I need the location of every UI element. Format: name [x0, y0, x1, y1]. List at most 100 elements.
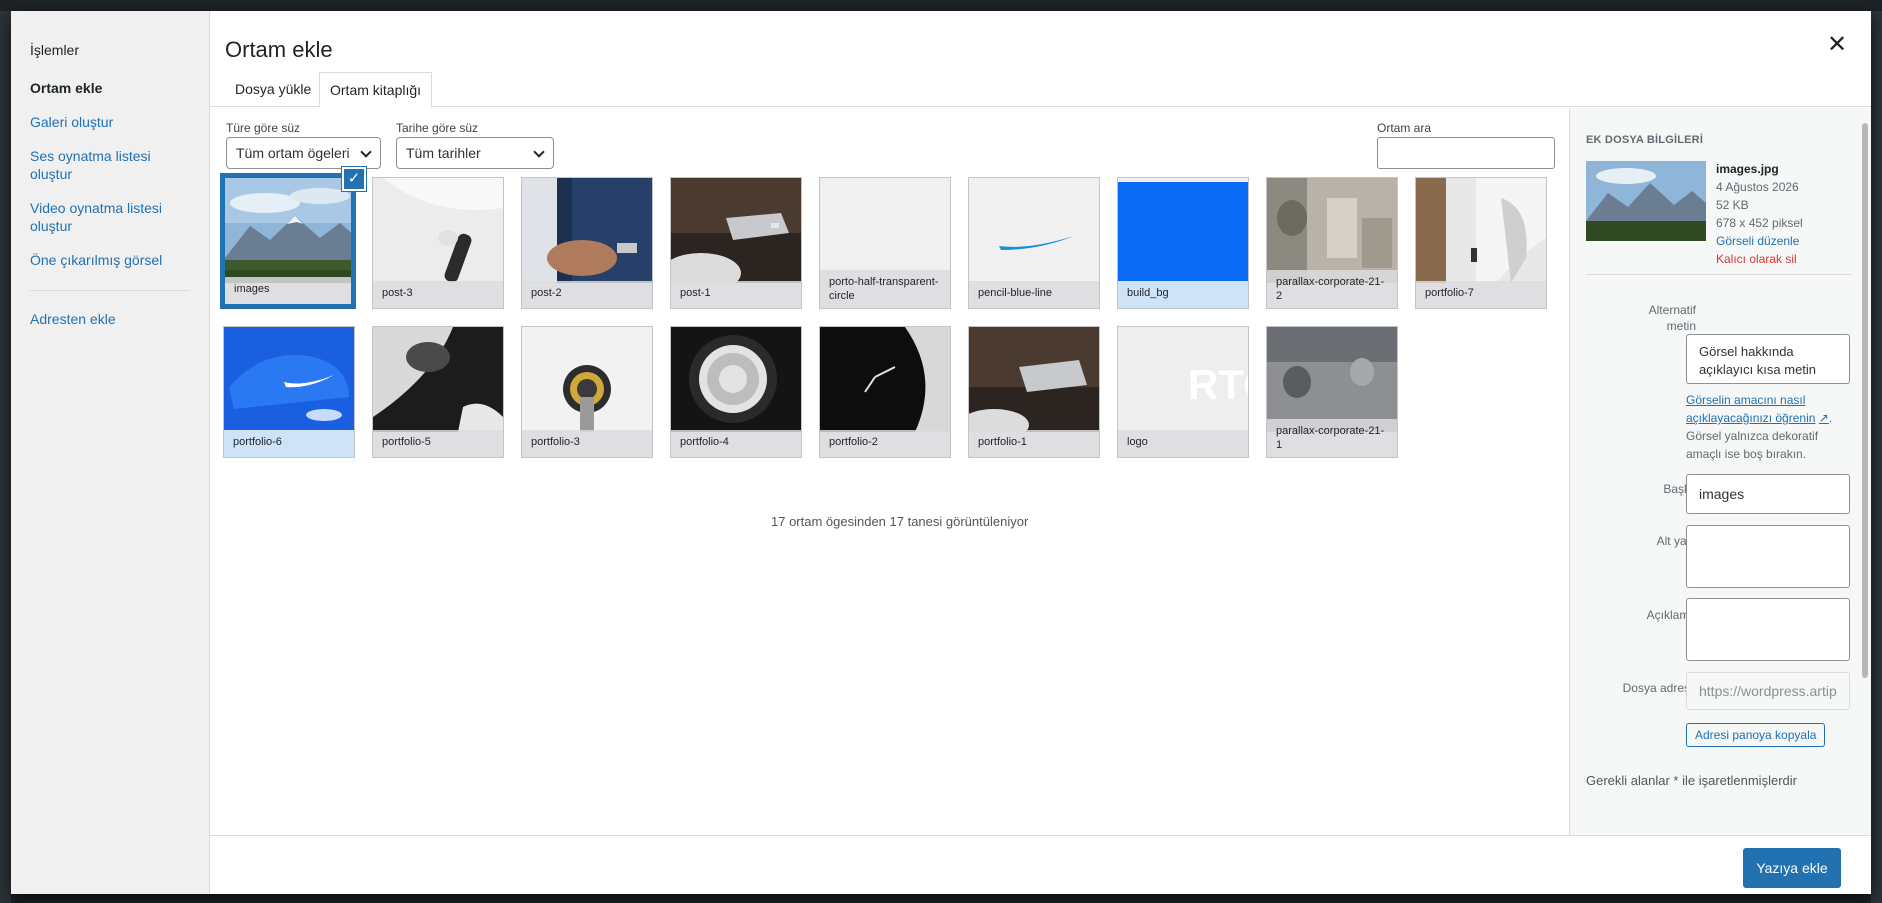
media-item-label: portfolio-7 — [1416, 281, 1546, 308]
media-item-portfolio-4[interactable]: portfolio-4 — [670, 326, 802, 458]
date-filter-select[interactable]: Tüm tarihler — [396, 137, 554, 169]
backdrop-left — [0, 11, 11, 903]
alt-text-help: Görselin amacını nasıl açıklayacağınızı … — [1686, 393, 1833, 461]
description-label: Açıklama — [1646, 608, 1696, 622]
close-icon[interactable]: ✕ — [1825, 33, 1849, 57]
edit-image-link[interactable]: Görseli düzenle — [1716, 232, 1799, 250]
chevron-down-icon — [360, 146, 372, 158]
search-label: Ortam ara — [1377, 121, 1432, 135]
architecture-thumbnail — [1416, 178, 1546, 283]
router-tabs: Dosya yükle Ortam kitaplığı — [210, 72, 1871, 108]
checkmark-icon[interactable]: ✓ — [342, 167, 366, 191]
title-field[interactable]: images — [1686, 474, 1850, 514]
media-item-label: parallax-corporate-21-2 — [1267, 270, 1397, 308]
media-item-portfolio-3[interactable]: portfolio-3 — [521, 326, 653, 458]
alt-text-label: Alternatif metin — [1648, 303, 1696, 333]
media-item-portfolio-1[interactable]: portfolio-1 — [968, 326, 1100, 458]
file-size: 52 KB — [1716, 198, 1749, 212]
caption-label: Alt yazı — [1656, 534, 1696, 548]
media-item-logo[interactable]: RTO logo — [1117, 326, 1249, 458]
media-menu: İşlemler Ortam ekle Galeri oluştur Ses o… — [11, 11, 210, 894]
blue-sneaker-thumbnail — [224, 327, 354, 432]
svg-text:RTO: RTO — [1188, 361, 1248, 408]
laptop-desk-thumbnail — [969, 327, 1099, 432]
logo-thumbnail: RTO — [1118, 327, 1248, 432]
media-item-portfolio-5[interactable]: portfolio-5 — [372, 326, 504, 458]
insert-into-post-button[interactable]: Yazıya ekle — [1743, 848, 1841, 888]
title-label: Başlık — [1663, 482, 1696, 496]
chevron-down-icon — [533, 146, 545, 158]
media-item-post-1[interactable]: post-1 — [670, 177, 802, 309]
media-item-label: logo — [1118, 430, 1248, 457]
menu-heading: İşlemler — [30, 42, 80, 58]
menu-item-audio-playlist[interactable]: Ses oynatma listesi oluştur — [30, 147, 190, 183]
media-item-parallax-corporate-21-2[interactable]: parallax-corporate-21-2 — [1266, 177, 1398, 309]
menu-item-create-gallery[interactable]: Galeri oluştur — [30, 113, 190, 131]
sidebar-scrollbar[interactable] — [1859, 111, 1869, 841]
type-filter-label: Türe göre süz — [226, 121, 301, 135]
menu-item-add-media[interactable]: Ortam ekle — [30, 79, 190, 97]
media-item-label: post-2 — [522, 281, 652, 308]
media-item-post-3[interactable]: post-3 — [372, 177, 504, 309]
clock-thumbnail — [820, 327, 950, 432]
search-input[interactable] — [1377, 137, 1555, 169]
file-date: 4 Ağustos 2026 — [1716, 180, 1799, 194]
media-item-label: portfolio-5 — [373, 430, 503, 457]
media-item-label: pencil-blue-line — [969, 281, 1099, 308]
blue-swoosh-thumbnail — [969, 178, 1099, 283]
menu-item-featured-image[interactable]: Öne çıkarılmış görsel — [30, 251, 190, 269]
media-item-label: portfolio-4 — [671, 430, 801, 457]
laptop-desk-thumbnail — [671, 178, 801, 283]
attachment-details-sidebar: EK DOSYA BİLGİLERİ images.jpg 4 Ağustos … — [1569, 108, 1871, 846]
media-item-pencil-blue-line[interactable]: pencil-blue-line — [968, 177, 1100, 309]
media-item-label: parallax-corporate-21-1 — [1267, 419, 1397, 457]
media-item-label: build_bg — [1118, 281, 1248, 308]
alt-text-help-link[interactable]: Görselin amacını nasıl açıklayacağınızı … — [1686, 393, 1815, 425]
media-item-label: portfolio-3 — [522, 430, 652, 457]
menu-item-video-playlist[interactable]: Video oynatma listesi oluştur — [30, 199, 190, 235]
external-link-icon: ↗ — [1818, 411, 1829, 425]
office-people-thumbnail — [1267, 178, 1397, 283]
mountain-landscape-thumbnail — [225, 178, 351, 283]
blue-fill-thumbnail — [1118, 182, 1248, 283]
lamp-thumbnail — [373, 327, 503, 432]
tab-upload-files[interactable]: Dosya yükle — [225, 72, 321, 107]
required-fields-note: Gerekli alanlar * ile işaretlenmişlerdir — [1586, 773, 1797, 788]
date-filter-label: Tarihe göre süz — [396, 121, 479, 135]
file-url-label: Dosya adresi: — [1622, 681, 1696, 695]
copy-url-button[interactable]: Adresi panoya kopyala — [1686, 723, 1826, 747]
selected-image-thumbnail — [1586, 161, 1706, 241]
media-item-label: portfolio-2 — [820, 430, 950, 457]
media-item-label: porto-half-transparent-circle — [820, 270, 950, 308]
type-filter-value: Tüm ortam ögeleri — [236, 145, 350, 161]
file-name: images.jpg — [1716, 162, 1779, 176]
media-item-porto-half-transparent-circle[interactable]: porto-half-transparent-circle — [819, 177, 951, 309]
media-item-images[interactable]: images — [222, 175, 354, 307]
file-url-field[interactable]: https://wordpress.artip — [1686, 672, 1850, 710]
type-filter-select[interactable]: Tüm ortam ögeleri — [226, 137, 381, 169]
alt-text-help-text: Görsel yalnızca dekoratif amaçlı ise boş… — [1686, 429, 1819, 461]
media-item-build-bg[interactable]: build_bg — [1117, 177, 1249, 309]
watch-face-thumbnail — [671, 327, 801, 432]
media-item-label: portfolio-1 — [969, 430, 1099, 457]
menu-separator — [30, 290, 190, 291]
menu-item-insert-from-url[interactable]: Adresten ekle — [30, 310, 190, 328]
delete-permanently-link[interactable]: Kalıcı olarak sil — [1716, 250, 1797, 268]
media-item-parallax-corporate-21-1[interactable]: parallax-corporate-21-1 — [1266, 326, 1398, 458]
media-item-portfolio-7[interactable]: portfolio-7 — [1415, 177, 1547, 309]
media-item-portfolio-6[interactable]: portfolio-6 — [223, 326, 355, 458]
date-filter-value: Tüm tarihler — [406, 145, 481, 161]
caption-field[interactable] — [1686, 525, 1850, 588]
tower-thumbnail — [522, 327, 652, 432]
alt-text-field[interactable]: Görsel hakkında açıklayıcı kısa metin — [1686, 334, 1850, 384]
media-item-portfolio-2[interactable]: portfolio-2 — [819, 326, 951, 458]
media-count-status: 17 ortam ögesinden 17 tanesi görüntüleni… — [771, 514, 1029, 529]
media-item-post-2[interactable]: post-2 — [521, 177, 653, 309]
tab-media-library[interactable]: Ortam kitaplığı — [319, 72, 433, 108]
sidebar-divider — [1586, 274, 1852, 275]
scrollbar-thumb[interactable] — [1862, 123, 1868, 678]
description-field[interactable] — [1686, 598, 1850, 661]
placeholder-thumbnail — [820, 178, 950, 283]
business-suit-thumbnail — [522, 178, 652, 283]
sidebar-title: EK DOSYA BİLGİLERİ — [1586, 134, 1704, 146]
